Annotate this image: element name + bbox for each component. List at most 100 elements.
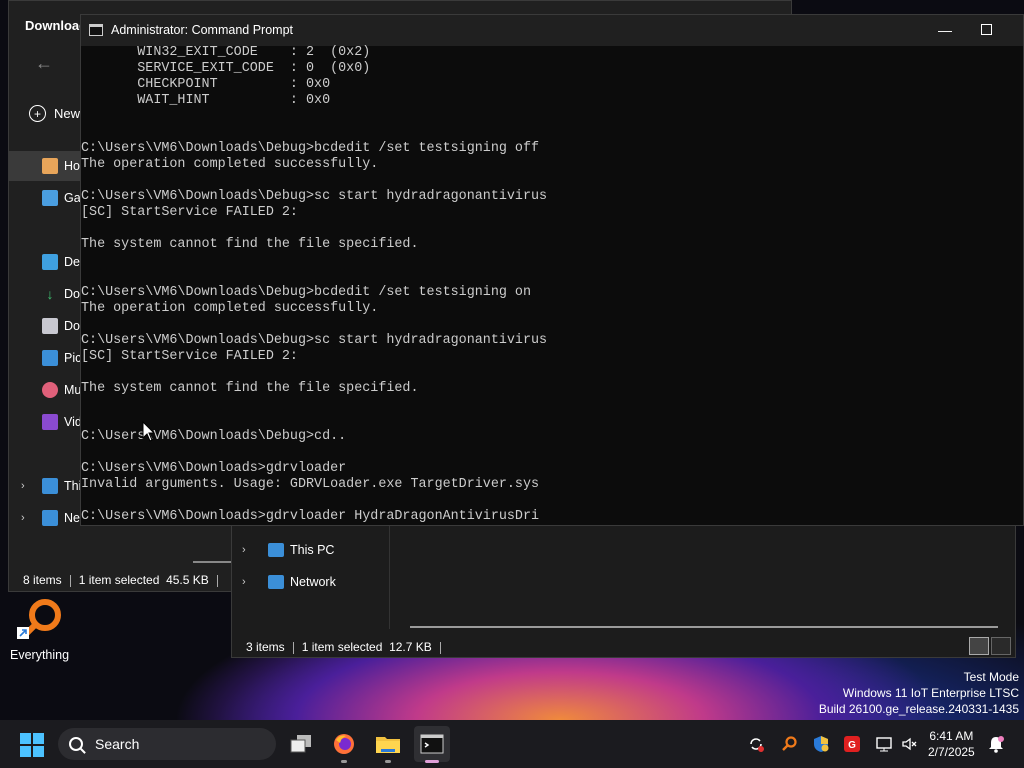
cmd-output-line: C:\Users\VM6\Downloads\Debug>sc start hy… [81,189,548,204]
explorer-status-bar: 8 items 1 item selected 45.5 KB [23,573,226,587]
cmd-output-line: CHECKPOINT : 0x0 [81,77,331,92]
nav-item-network[interactable]: › Net [9,503,81,533]
cmd-output[interactable]: WIN32_EXIT_CODE : 2 (0x2) SERVICE_EXIT_C… [81,45,1023,525]
test-mode-watermark: Test Mode Windows 11 IoT Enterprise LTSC… [819,669,1019,717]
windows-logo-icon [20,746,31,757]
new-button[interactable]: + New [29,105,80,122]
network-icon [268,575,284,589]
security-shield-icon[interactable] [812,735,830,753]
download-icon: ↓ [46,286,54,302]
windows-logo-icon [20,733,31,744]
everything-label: Everything [10,648,70,662]
taskbar-app-file-explorer[interactable] [370,726,406,763]
everything-search-icon[interactable] [780,735,798,753]
taskbar-app-command-prompt[interactable] [414,726,450,763]
desktop: Download ← + New Ho Gal Des ↓ Dov Doc Pic… [0,0,1024,720]
search-placeholder: Search [95,736,140,752]
item-count: 8 items [23,573,62,587]
horizontal-scrollbar[interactable] [410,626,998,628]
maximize-button[interactable] [981,24,992,35]
network-tray-icon[interactable] [875,735,893,753]
cmd-output-line: C:\Users\VM6\Downloads\Debug>cd.. [81,429,347,444]
volume-muted-icon[interactable] [900,735,918,753]
chevron-right-icon[interactable]: › [21,480,25,492]
chevron-right-icon[interactable]: › [21,512,25,524]
nav-item-documents[interactable]: Doc [9,311,81,341]
details-view-button[interactable] [969,637,989,655]
nav-item-home[interactable]: Ho [9,151,81,181]
pictures-icon [42,350,58,366]
gallery-icon [42,190,58,206]
pane-divider[interactable] [389,525,390,629]
cmd-output-line [81,125,1023,141]
cmd-output-line [81,317,1023,333]
nav-label: Doc [64,319,81,333]
explorer-status-bar: 3 items 1 item selected 12.7 KB [246,640,449,654]
cmd-output-line: C:\Users\VM6\Downloads>gdrvloader [81,461,347,476]
nav-item-gallery[interactable]: Gal [9,183,81,213]
nav-label: Ho [64,159,80,173]
cmd-titlebar[interactable]: Administrator: Command Prompt — [81,15,1023,46]
notification-bell-icon[interactable] [987,735,1005,753]
back-arrow-icon[interactable]: ← [35,53,53,74]
file-explorer-window-2[interactable]: › This PC › Network 3 items 1 item select… [231,524,1016,658]
terminal-icon [89,24,103,36]
nav-label: This PC [290,543,335,557]
nav-item-this-pc[interactable]: › This PC [242,543,334,557]
divider [292,641,294,654]
everything-desktop-shortcut[interactable]: Everything [10,597,70,662]
mouse-cursor-icon [142,421,156,442]
terminal-icon [420,734,444,754]
cmd-window-title: Administrator: Command Prompt [111,23,294,37]
taskbar-app-firefox[interactable] [326,726,362,763]
taskbar-clock[interactable]: 6:41 AM 2/7/2025 [928,728,975,760]
chevron-right-icon[interactable]: › [242,544,268,556]
cmd-output-line: The operation completed successfully. [81,157,379,172]
cmd-output-line: SERVICE_EXIT_CODE : 0 (0x0) [81,61,371,76]
home-icon [42,158,58,174]
nav-item-downloads[interactable]: ↓ Dov [9,279,82,309]
nav-item-network[interactable]: › Network [242,575,336,589]
command-prompt-window[interactable]: Administrator: Command Prompt — WIN32_EX… [80,14,1024,526]
nav-label: Gal [64,191,81,205]
watermark-line: Windows 11 IoT Enterprise LTSC [842,686,1019,700]
cmd-output-line [81,253,1023,269]
cmd-output-line: C:\Users\VM6\Downloads>gdrvloader HydraD… [81,509,540,524]
view-toggle [969,637,1011,655]
explorer-tab-title[interactable]: Download [25,18,87,33]
cmd-output-line: C:\Users\VM6\Downloads\Debug>sc start hy… [81,333,548,348]
nav-item-pictures[interactable]: Pic [9,343,81,373]
cmd-output-line: WAIT_HINT : 0x0 [81,93,331,108]
cmd-output-line [81,269,1023,285]
nav-label: Des [64,255,81,269]
windows-logo-icon [33,733,44,744]
cmd-output-line: WIN32_EXIT_CODE : 2 (0x2) [81,45,371,60]
nav-label: Mu [64,383,81,397]
preview-view-button[interactable] [991,637,1011,655]
nav-label: Net [64,511,81,525]
nav-item-desktop[interactable]: Des [9,247,81,277]
cmd-output-line: [SC] StartService FAILED 2: [81,349,298,364]
running-indicator [341,760,347,763]
nav-item-videos[interactable]: Vid [9,407,81,437]
nav-item-this-pc[interactable]: › Thi [9,471,81,501]
chevron-right-icon[interactable]: › [242,576,268,588]
cmd-output-line: C:\Users\VM6\Downloads\Debug>bcdedit /se… [81,285,531,300]
task-view-button[interactable] [283,726,319,762]
videos-icon [42,414,58,430]
minimize-button[interactable]: — [933,22,957,38]
nav-label: Thi [64,479,81,493]
cmd-output-line [81,173,1023,189]
selection-size: 12.7 KB [389,640,432,654]
cmd-output-line [81,445,1023,461]
antivirus-tray-icon[interactable]: G [843,735,861,753]
nav-item-music[interactable]: Mu [9,375,81,405]
cmd-output-line [81,221,1023,237]
nav-label: Vid [64,415,81,429]
taskbar-search-box[interactable]: Search [58,728,276,760]
start-button[interactable] [20,733,44,757]
cmd-output-line: C:\Users\VM6\Downloads\Debug>bcdedit /se… [81,141,540,156]
nav-label: Dov [64,287,81,301]
music-icon [42,382,58,398]
sync-icon[interactable] [747,735,765,753]
